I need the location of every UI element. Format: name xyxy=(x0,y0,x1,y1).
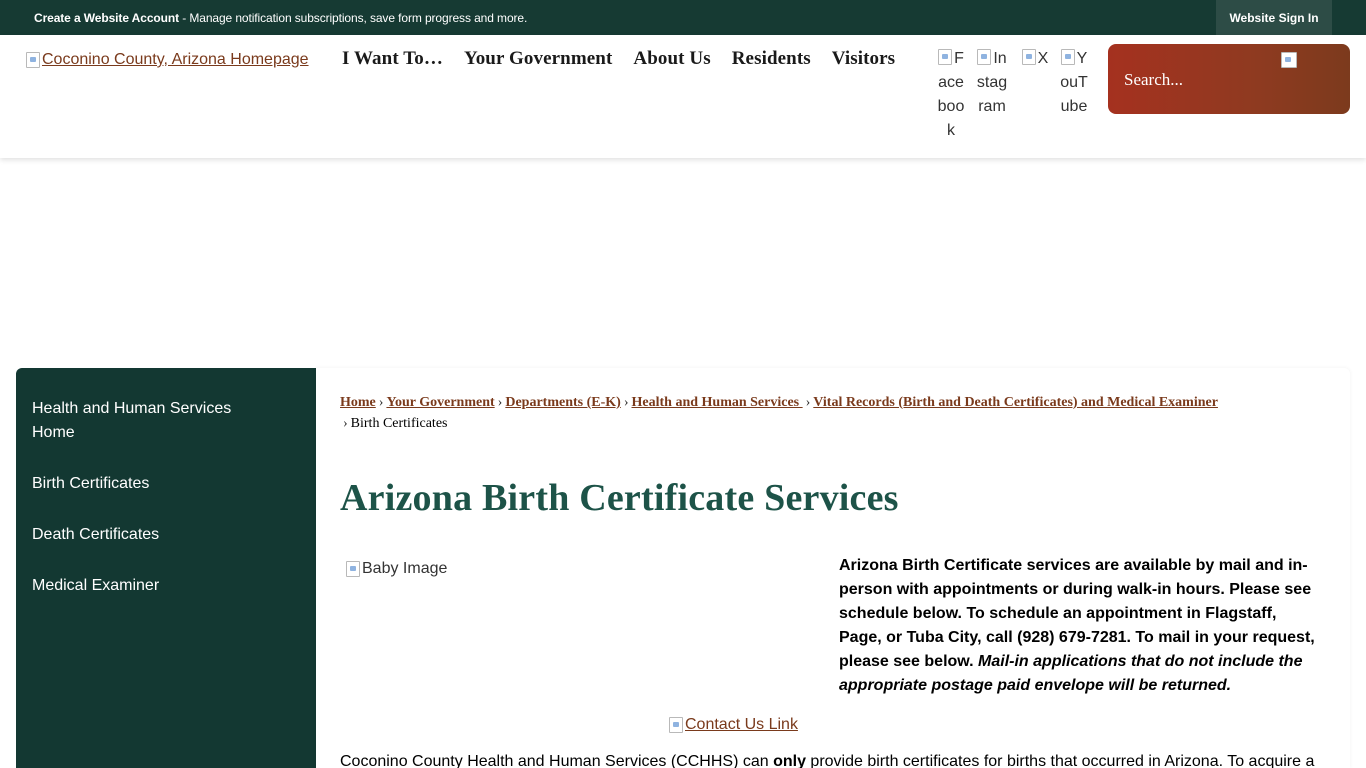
nav-i-want-to[interactable]: I Want To… xyxy=(342,48,443,70)
nav-about-us[interactable]: About Us xyxy=(633,48,710,70)
body-paragraph: Coconino County Health and Human Service… xyxy=(340,751,1330,768)
search-icon[interactable] xyxy=(1281,52,1297,68)
x-link[interactable]: X xyxy=(1018,47,1052,71)
breadcrumb-health-human-services[interactable]: Health and Human Services xyxy=(632,395,803,410)
create-account-message[interactable]: Create a Website Account - Manage notifi… xyxy=(34,11,527,25)
sidebar-item-death-certificates[interactable]: Death Certificates xyxy=(32,523,272,547)
breadcrumb-separator: › xyxy=(805,395,811,410)
x-alt-text: X xyxy=(1037,50,1049,67)
body-text-start: Coconino County Health and Human Service… xyxy=(340,753,774,768)
search-input[interactable]: Search... xyxy=(1108,44,1350,114)
instagram-link[interactable]: Instagram xyxy=(975,47,1009,119)
sidebar-item-hhs-home[interactable]: Health and Human Services Home xyxy=(32,397,272,445)
page-title: Arizona Birth Certificate Services xyxy=(340,477,899,519)
breadcrumb-separator: › xyxy=(497,395,503,410)
utility-bar: Create a Website Account - Manage notifi… xyxy=(0,0,1366,35)
body-text-emphasis: only xyxy=(773,753,806,768)
x-icon xyxy=(1021,49,1036,65)
breadcrumb-your-government[interactable]: Your Government xyxy=(386,395,494,410)
breadcrumb-separator: › xyxy=(623,395,629,410)
instagram-icon xyxy=(977,49,992,65)
website-sign-in-button[interactable]: Website Sign In xyxy=(1216,0,1332,35)
contact-us-alt-text: Contact Us Link xyxy=(685,716,798,733)
service-intro: Arizona Birth Certificate services are a… xyxy=(839,554,1319,698)
baby-image-alt-text: Baby Image xyxy=(362,560,448,577)
nav-residents[interactable]: Residents xyxy=(732,48,811,70)
breadcrumb-vital-records[interactable]: Vital Records (Birth and Death Certifica… xyxy=(813,395,1218,410)
body-text-end: provide birth certificates for births th… xyxy=(805,753,1315,768)
baby-image: Baby Image xyxy=(346,560,447,578)
search-placeholder: Search... xyxy=(1124,70,1184,89)
create-account-link[interactable]: Create a Website Account xyxy=(34,11,179,25)
main-navigation: I Want To… Your Government About Us Resi… xyxy=(342,48,916,70)
contact-us-link[interactable]: Contact Us Link xyxy=(669,716,798,734)
breadcrumb: Home › Your Government › Departments (E-K) › H… xyxy=(340,392,1330,434)
broken-image-icon xyxy=(669,717,683,733)
breadcrumb-current: Birth Certificates xyxy=(350,416,448,431)
create-account-description: - Manage notification subscriptions, sav… xyxy=(178,11,528,25)
facebook-icon xyxy=(938,49,953,65)
broken-image-icon xyxy=(26,52,40,68)
facebook-link[interactable]: Facebook xyxy=(934,47,968,143)
breadcrumb-separator: › xyxy=(343,416,348,431)
homepage-logo-link[interactable]: Coconino County, Arizona Homepage xyxy=(26,51,309,69)
nav-visitors[interactable]: Visitors xyxy=(832,48,895,70)
nav-your-government[interactable]: Your Government xyxy=(464,48,612,70)
sidebar-item-medical-examiner[interactable]: Medical Examiner xyxy=(32,574,272,598)
broken-image-icon xyxy=(346,561,360,577)
sidebar-item-birth-certificates[interactable]: Birth Certificates xyxy=(32,472,272,496)
breadcrumb-home[interactable]: Home xyxy=(340,395,376,410)
breadcrumb-departments[interactable]: Departments (E-K) xyxy=(505,395,620,410)
youtube-icon xyxy=(1060,49,1075,65)
logo-alt-text: Coconino County, Arizona Homepage xyxy=(42,51,309,68)
breadcrumb-separator: › xyxy=(378,395,384,410)
youtube-link[interactable]: YouTube xyxy=(1057,47,1091,119)
